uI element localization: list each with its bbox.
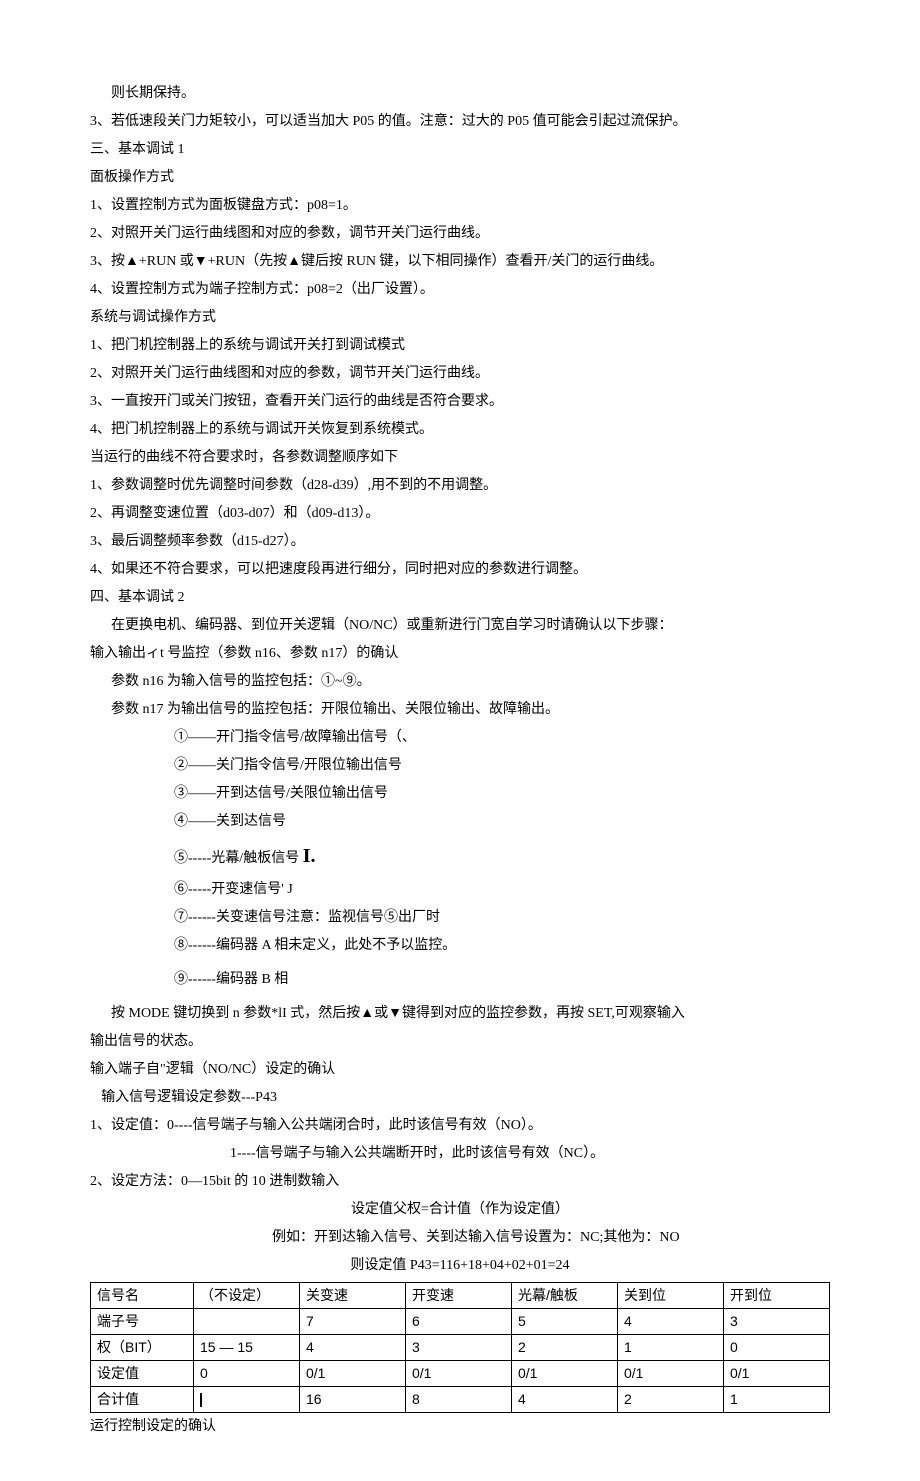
cell: 开变速 bbox=[406, 1283, 512, 1309]
cell: 1 bbox=[724, 1387, 830, 1413]
io-title: 输入输出ィt 号监控（参数 n16、参数 n17）的确认 bbox=[90, 640, 830, 668]
cell: 8 bbox=[406, 1387, 512, 1413]
circle-6: ⑥-----开变速信号' J bbox=[174, 876, 830, 904]
circle-5-text: ⑤-----光幕/触板信号 bbox=[174, 851, 299, 866]
sysdbg-4: 4、把门机控制器上的系统与调试开关恢复到系统模式。 bbox=[90, 416, 830, 444]
adjust-title: 当运行的曲线不符合要求时，各参数调整顺序如下 bbox=[90, 444, 830, 472]
cell: 4 bbox=[618, 1309, 724, 1335]
cell: 0/1 bbox=[300, 1361, 406, 1387]
example: 例如：开到达输入信号、关到达输入信号设置为：NC;其他为：NO bbox=[272, 1224, 830, 1252]
set-1b: 1----信号端子与输入公共端断开时，此时该信号有效（NC）。 bbox=[230, 1140, 830, 1168]
adjust-4: 4、如果还不符合要求，可以把速度段再进行细分，同时把对应的参数进行调整。 bbox=[90, 556, 830, 584]
table-row: 权（BIT） 15 — 15 4 3 2 1 0 bbox=[91, 1335, 830, 1361]
settings-table: 信号名 （不设定） 关变速 开变速 光幕/触板 关到位 开到位 端子号 7 6 … bbox=[90, 1282, 830, 1413]
cell: 3 bbox=[406, 1335, 512, 1361]
circle-9: ⑨------编码器 B 相 bbox=[174, 966, 830, 994]
run-confirm: 运行控制设定的确认 bbox=[90, 1413, 830, 1441]
cell: 设定值 bbox=[91, 1361, 194, 1387]
cell: 光幕/触板 bbox=[512, 1283, 618, 1309]
sysdbg-1: 1、把门机控制器上的系统与调试开关打到调试模式 bbox=[90, 332, 830, 360]
panel-2: 2、对照开关门运行曲线图和对应的参数，调节开关门运行曲线。 bbox=[90, 220, 830, 248]
section-4-title: 四、基本调试 2 bbox=[90, 584, 830, 612]
sysdbg-2: 2、对照开关门运行曲线图和对应的参数，调节开关门运行曲线。 bbox=[90, 360, 830, 388]
panel-3: 3、按▲+RUN 或▼+RUN（先按▲键后按 RUN 键，以下相同操作）查看开/… bbox=[90, 248, 830, 276]
n17: 参数 n17 为输出信号的监控包括：开限位输出、关限位输出、故障输出。 bbox=[111, 696, 830, 724]
circle-1: ①——开门指令信号/故障输出信号（、 bbox=[174, 724, 830, 752]
cell: 7 bbox=[300, 1309, 406, 1335]
table-row: 设定值 0 0/1 0/1 0/1 0/1 0/1 bbox=[91, 1361, 830, 1387]
cell: 1 bbox=[618, 1335, 724, 1361]
table-row: 端子号 7 6 5 4 3 bbox=[91, 1309, 830, 1335]
circle-5-mark: I. bbox=[303, 845, 316, 867]
cell: （不设定） bbox=[194, 1283, 300, 1309]
formula: 设定值父权=合计值（作为设定值） bbox=[90, 1196, 830, 1224]
circle-7: ⑦------关变速信号注意：监视信号⑤出厂时 bbox=[174, 904, 830, 932]
panel-4: 4、设置控制方式为端子控制方式：p08=2（出厂设置）。 bbox=[90, 276, 830, 304]
line-3: 3、若低速段关门力矩较小，可以适当加大 P05 的值。注意：过大的 P05 值可… bbox=[90, 108, 830, 136]
cell: 开到位 bbox=[724, 1283, 830, 1309]
cell: 4 bbox=[512, 1387, 618, 1413]
line-keep: 则长期保持。 bbox=[111, 80, 830, 108]
input-logic-title: 输入端子自"逻辑（NO/NC）设定的确认 bbox=[90, 1056, 830, 1084]
cursor-icon bbox=[200, 1393, 202, 1407]
adjust-2: 2、再调整变速位置（d03-d07）和（d09-d13）。 bbox=[90, 500, 830, 528]
change-note: 在更换电机、编码器、到位开关逻辑（NO/NC）或重新进行门宽自学习时请确认以下步… bbox=[111, 612, 830, 640]
cell: 0/1 bbox=[406, 1361, 512, 1387]
table-row: 信号名 （不设定） 关变速 开变速 光幕/触板 关到位 开到位 bbox=[91, 1283, 830, 1309]
cell: 6 bbox=[406, 1309, 512, 1335]
mode-line-2: 输出信号的状态。 bbox=[90, 1028, 830, 1056]
cell: 关到位 bbox=[618, 1283, 724, 1309]
cell: 信号名 bbox=[91, 1283, 194, 1309]
p43-param: 输入信号逻辑设定参数---P43 bbox=[101, 1084, 830, 1112]
cell: 5 bbox=[512, 1309, 618, 1335]
table-row: 合计值 16 8 4 2 1 bbox=[91, 1387, 830, 1413]
cell: 权（BIT） bbox=[91, 1335, 194, 1361]
cell: 0/1 bbox=[724, 1361, 830, 1387]
adjust-1: 1、参数调整时优先调整时间参数（d28-d39）,用不到的不用调整。 bbox=[90, 472, 830, 500]
result: 则设定值 P43=116+18+04+02+01=24 bbox=[90, 1252, 830, 1280]
cell: 16 bbox=[300, 1387, 406, 1413]
circle-8: ⑧------编码器 A 相未定义，此处不予以监控。 bbox=[174, 932, 830, 960]
cell: 3 bbox=[724, 1309, 830, 1335]
cell bbox=[194, 1387, 300, 1413]
circle-4: ④——关到达信号 bbox=[174, 808, 830, 836]
set-1: 1、设定值：0----信号端子与输入公共端闭合时，此时该信号有效（NO）。 bbox=[90, 1112, 830, 1140]
cell: 端子号 bbox=[91, 1309, 194, 1335]
sysdbg-3: 3、一直按开门或关门按钮，查看开关门运行的曲线是否符合要求。 bbox=[90, 388, 830, 416]
panel-1: 1、设置控制方式为面板键盘方式：p08=1。 bbox=[90, 192, 830, 220]
cell: 0 bbox=[724, 1335, 830, 1361]
cell: 15 — 15 bbox=[194, 1335, 300, 1361]
circle-3: ③——开到达信号/关限位输出信号 bbox=[174, 780, 830, 808]
section-3-title: 三、基本调试 1 bbox=[90, 136, 830, 164]
cell: 0/1 bbox=[618, 1361, 724, 1387]
set-2: 2、设定方法：0—15bit 的 10 进制数输入 bbox=[90, 1168, 830, 1196]
cell: 0/1 bbox=[512, 1361, 618, 1387]
panel-title: 面板操作方式 bbox=[90, 164, 830, 192]
cell: 0 bbox=[194, 1361, 300, 1387]
adjust-3: 3、最后调整频率参数（d15-d27）。 bbox=[90, 528, 830, 556]
cell: 4 bbox=[300, 1335, 406, 1361]
mode-line-1: 按 MODE 键切换到 n 参数*lI 式，然后按▲或▼键得到对应的监控参数，再… bbox=[111, 1000, 830, 1028]
cell bbox=[194, 1309, 300, 1335]
n16: 参数 n16 为输入信号的监控包括：①~⑨。 bbox=[111, 668, 830, 696]
cell: 2 bbox=[618, 1387, 724, 1413]
cell: 关变速 bbox=[300, 1283, 406, 1309]
circle-5: ⑤-----光幕/触板信号 I. bbox=[174, 836, 830, 876]
cell: 合计值 bbox=[91, 1387, 194, 1413]
circle-2: ②——关门指令信号/开限位输出信号 bbox=[174, 752, 830, 780]
sysdbg-title: 系统与调试操作方式 bbox=[90, 304, 830, 332]
cell: 2 bbox=[512, 1335, 618, 1361]
